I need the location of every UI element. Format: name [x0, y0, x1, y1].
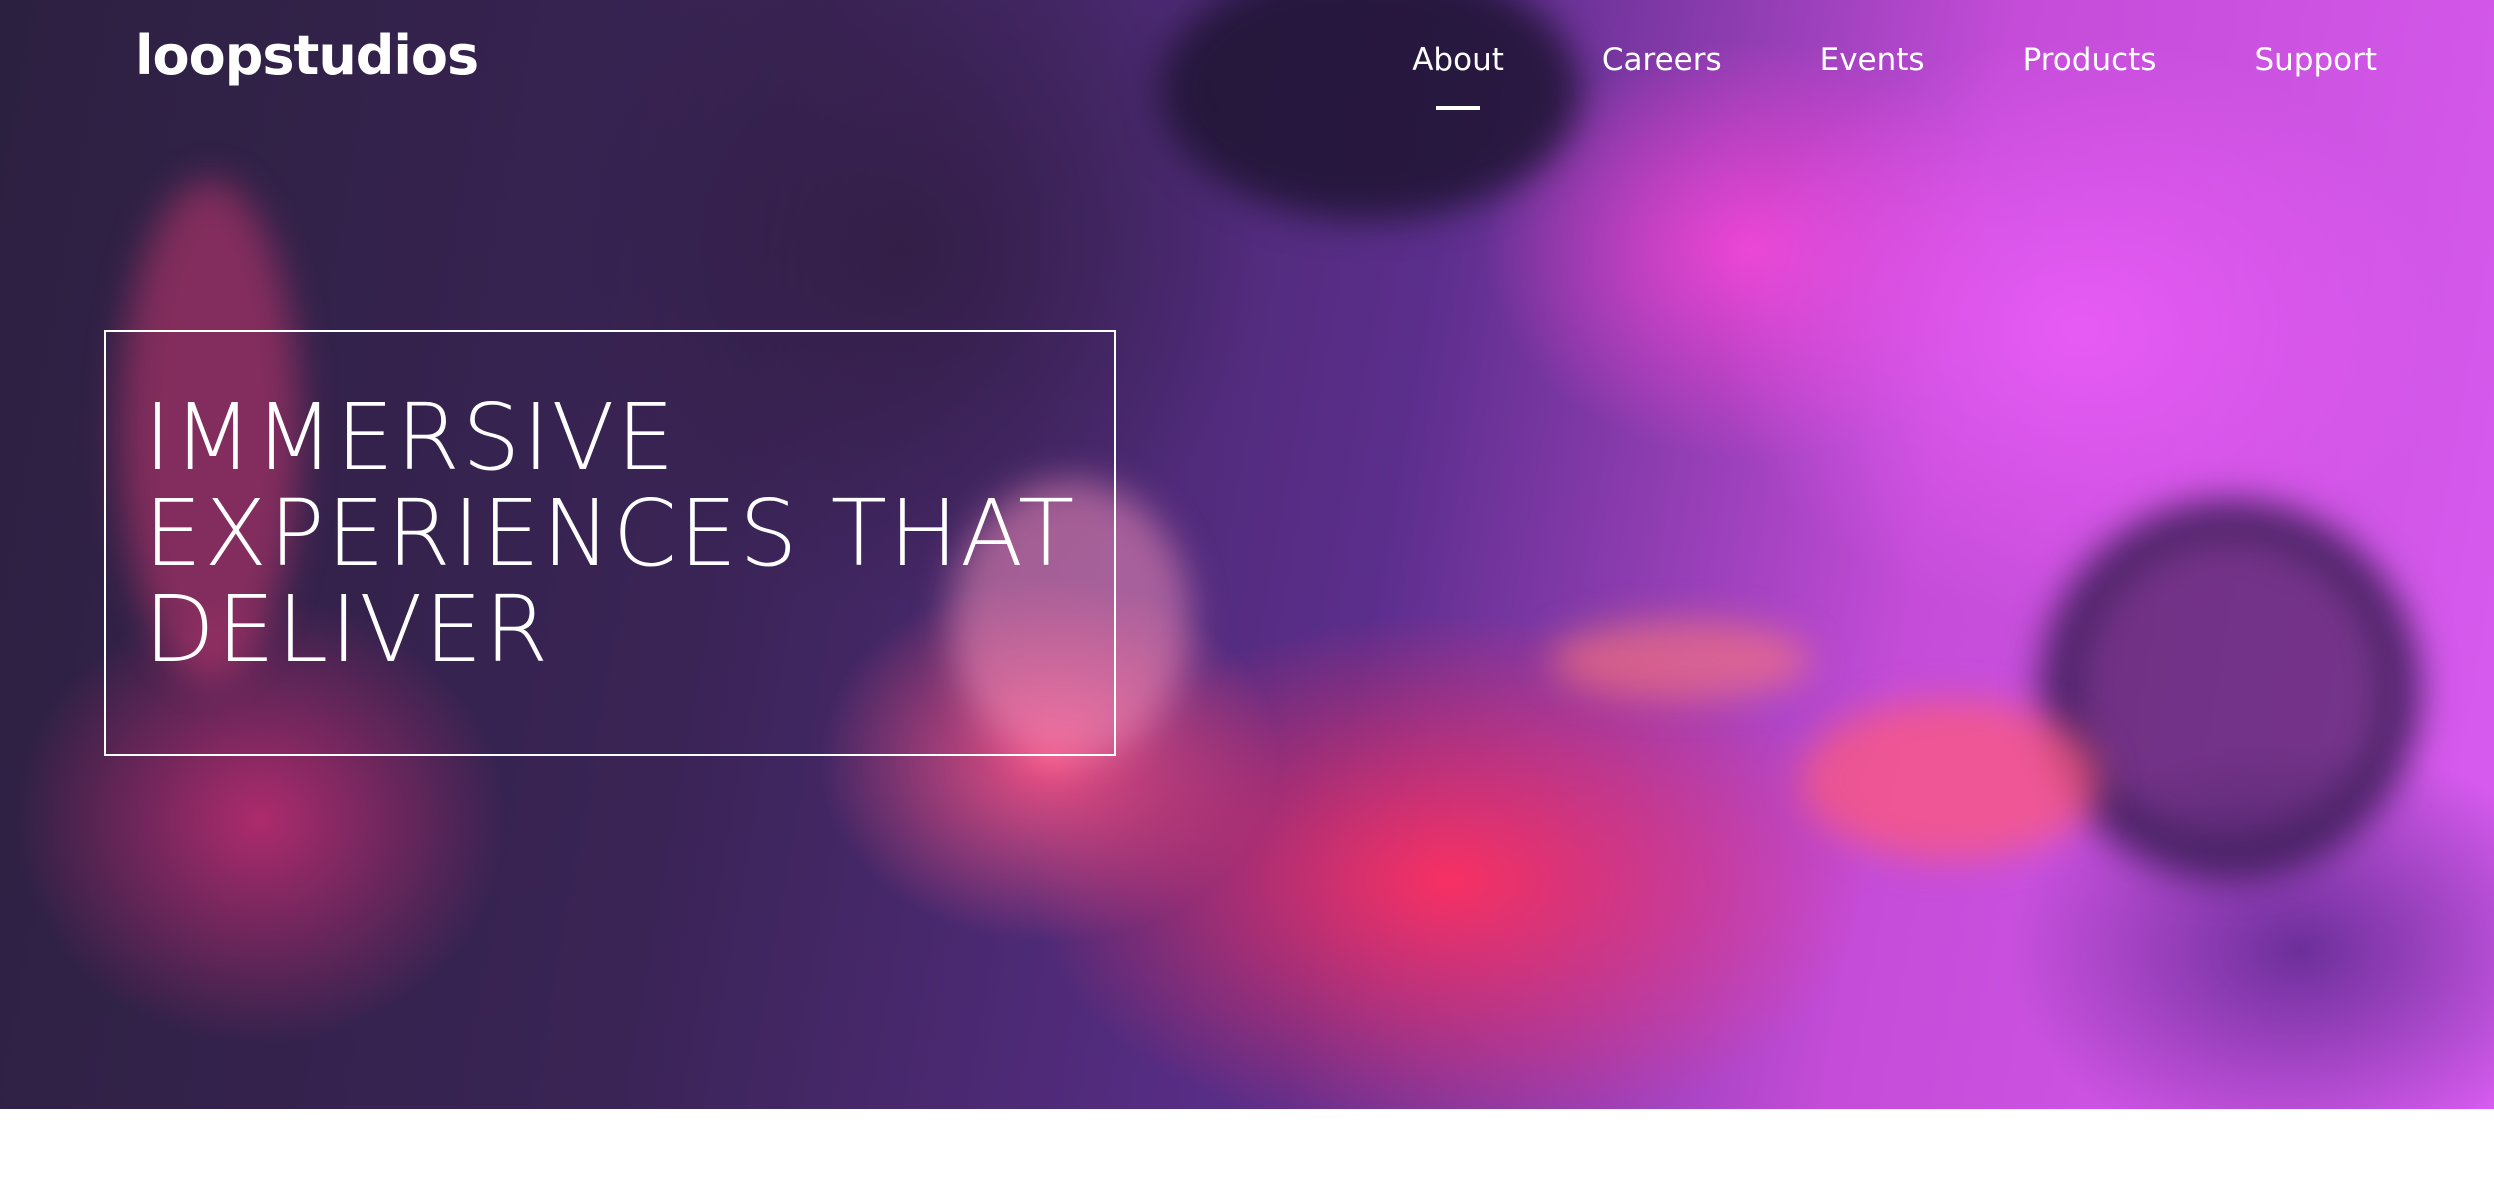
main-nav: About Careers Events Products Support — [1412, 42, 2377, 110]
hero-headline-box: IMMERSIVE EXPERIENCES THAT DELIVER — [104, 330, 1116, 756]
headline-line: IMMERSIVE — [144, 384, 677, 491]
nav-item-support[interactable]: Support — [2254, 42, 2377, 78]
headline-line: DELIVER — [144, 576, 551, 683]
hero-section: loopstudios About Careers Events Product… — [0, 0, 2494, 1109]
nav-item-about[interactable]: About — [1412, 42, 1504, 110]
active-nav-indicator — [1436, 106, 1481, 110]
nav-item-label: Careers — [1601, 42, 1722, 78]
hero-headline: IMMERSIVE EXPERIENCES THAT DELIVER — [144, 390, 1094, 678]
nav-item-label: Events — [1819, 42, 1925, 78]
nav-item-label: Support — [2254, 42, 2377, 78]
nav-item-label: Products — [2022, 42, 2157, 78]
hero-photo-vr-headset — [1160, 0, 1580, 220]
nav-item-label: About — [1412, 42, 1504, 78]
hero-photo-steering-wheel — [2040, 500, 2420, 880]
page-content-below — [0, 1109, 2494, 1187]
headline-line: EXPERIENCES THAT — [144, 480, 1077, 587]
hero-photo-hand — [1800, 700, 2100, 860]
logo[interactable]: loopstudios — [135, 24, 479, 87]
hero-photo-arm — [1550, 620, 1810, 700]
nav-item-events[interactable]: Events — [1820, 42, 1925, 78]
nav-item-products[interactable]: Products — [2023, 42, 2157, 78]
nav-item-careers[interactable]: Careers — [1602, 42, 1722, 78]
